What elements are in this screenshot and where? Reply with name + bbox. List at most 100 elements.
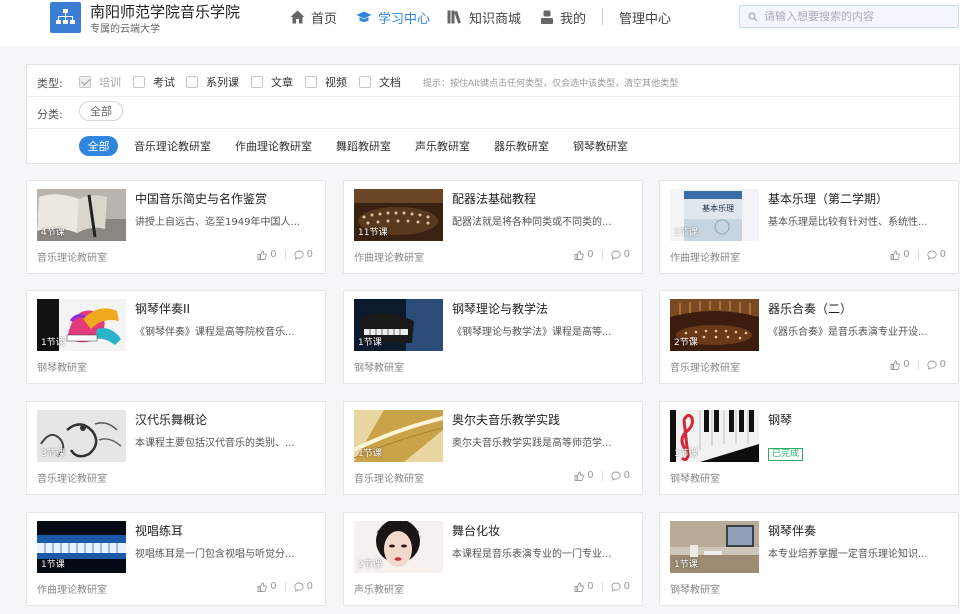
course-title[interactable]: 钢琴伴奏II bbox=[135, 300, 190, 317]
home-icon bbox=[290, 10, 305, 24]
dept-filter-vocal[interactable]: 声乐教研室 bbox=[415, 138, 470, 154]
like-button[interactable]: 0 bbox=[574, 581, 594, 592]
checkbox-icon bbox=[359, 76, 371, 88]
course-stats: 0 0 bbox=[257, 581, 313, 592]
search-box[interactable] bbox=[739, 5, 959, 28]
course-card[interactable]: 1节课 视唱练耳 视唱练耳是一门包含视唱与听觉分... 作曲理论教研室 0 0 bbox=[26, 512, 326, 606]
course-thumbnail[interactable]: 11节课 bbox=[354, 189, 443, 241]
type-checkbox-series[interactable]: 系列课 bbox=[186, 75, 239, 89]
like-button[interactable]: 0 bbox=[890, 359, 910, 370]
course-title[interactable]: 钢琴 bbox=[768, 411, 792, 428]
course-title[interactable]: 基本乐理（第二学期） bbox=[768, 190, 888, 207]
nav-mine[interactable]: 我的 bbox=[540, 7, 586, 27]
thumbs-up-icon bbox=[574, 249, 585, 260]
course-thumbnail[interactable]: 1节课 bbox=[37, 299, 126, 351]
course-card[interactable]: 1节课 钢琴 已完成 钢琴教研室 bbox=[659, 401, 959, 495]
stats-divider bbox=[601, 470, 603, 481]
course-thumbnail[interactable]: 1节课 bbox=[354, 410, 443, 462]
comment-button[interactable]: 0 bbox=[610, 581, 630, 592]
course-card[interactable]: 2节课 舞台化妆 本课程是音乐表演专业的一门专业... 声乐教研室 0 0 bbox=[343, 512, 643, 606]
nav-learning-center-label: 学习中心 bbox=[378, 11, 431, 27]
comment-count: 0 bbox=[939, 359, 946, 370]
course-description: 基本乐理是比较有针对性、系统性... bbox=[768, 217, 928, 228]
like-count: 0 bbox=[587, 470, 594, 481]
type-checkbox-video[interactable]: 视频 bbox=[305, 75, 347, 89]
type-checkbox-article[interactable]: 文章 bbox=[251, 75, 293, 89]
course-card[interactable]: 基本乐理 1节课 基本乐理（第二学期） 基本乐理是比较有针对性、系统性... 作… bbox=[659, 180, 959, 274]
thumbs-up-icon bbox=[574, 470, 585, 481]
course-title[interactable]: 舞台化妆 bbox=[452, 522, 500, 539]
course-title[interactable]: 奥尔夫音乐教学实践 bbox=[452, 411, 560, 428]
course-card[interactable]: 4节课 中国音乐简史与名作鉴赏 讲授上自远古、迄至1949年中国人... 音乐理… bbox=[26, 180, 326, 274]
like-count: 0 bbox=[270, 581, 277, 592]
course-thumbnail[interactable]: 1节课 bbox=[670, 521, 759, 573]
course-department: 音乐理论教研室 bbox=[37, 474, 107, 485]
dept-filter-all[interactable]: 全部 bbox=[79, 136, 118, 156]
nav-learning-center[interactable]: 学习中心 bbox=[356, 7, 430, 27]
dept-filter-music-theory[interactable]: 音乐理论教研室 bbox=[134, 138, 211, 154]
like-count: 0 bbox=[903, 249, 910, 260]
stats-divider bbox=[601, 581, 603, 592]
course-thumbnail[interactable]: 1节课 bbox=[354, 299, 443, 351]
course-thumbnail[interactable]: 2节课 bbox=[670, 299, 759, 351]
course-thumbnail[interactable]: 1节课 bbox=[670, 410, 759, 462]
like-button[interactable]: 0 bbox=[574, 470, 594, 481]
course-title[interactable]: 器乐合奏（二） bbox=[768, 300, 852, 317]
course-title[interactable]: 配器法基础教程 bbox=[452, 190, 536, 207]
type-checkbox-exam[interactable]: 考试 bbox=[133, 75, 175, 89]
course-card[interactable]: 1节课 钢琴伴奏II 《钢琴伴奏》课程是高等院校音乐... 钢琴教研室 bbox=[26, 290, 326, 384]
course-description: 《钢琴伴奏》课程是高等院校音乐... bbox=[135, 327, 295, 338]
course-title[interactable]: 汉代乐舞概论 bbox=[135, 411, 207, 428]
course-description: 视唱练耳是一门包含视唱与听觉分... bbox=[135, 549, 295, 560]
course-card[interactable]: 3节课 汉代乐舞概论 本课程主要包括汉代音乐的类别、... 音乐理论教研室 bbox=[26, 401, 326, 495]
checkbox-icon bbox=[79, 76, 91, 88]
like-button[interactable]: 0 bbox=[257, 581, 277, 592]
course-department: 作曲理论教研室 bbox=[37, 585, 107, 596]
comment-button[interactable]: 0 bbox=[293, 249, 313, 260]
like-button[interactable]: 0 bbox=[574, 249, 594, 260]
nav-knowledge-store[interactable]: 知识商城 bbox=[447, 7, 521, 27]
comment-count: 0 bbox=[939, 249, 946, 260]
search-input[interactable] bbox=[764, 10, 944, 23]
dept-filter-composition[interactable]: 作曲理论教研室 bbox=[235, 138, 312, 154]
course-card[interactable]: 1节课 钢琴伴奏 本专业培养掌握一定音乐理论知识... 钢琴教研室 bbox=[659, 512, 959, 606]
course-thumbnail[interactable]: 1节课 bbox=[37, 521, 126, 573]
course-title[interactable]: 钢琴理论与教学法 bbox=[452, 300, 548, 317]
comment-icon bbox=[293, 250, 304, 260]
course-card[interactable]: 11节课 配器法基础教程 配器法就是将各种同类或不同类的... 作曲理论教研室 … bbox=[343, 180, 643, 274]
course-thumbnail[interactable]: 基本乐理 1节课 bbox=[670, 189, 759, 241]
dept-filter-dance[interactable]: 舞蹈教研室 bbox=[336, 138, 391, 154]
comment-button[interactable]: 0 bbox=[293, 581, 313, 592]
comment-button[interactable]: 0 bbox=[610, 470, 630, 481]
dept-filter-instrumental[interactable]: 器乐教研室 bbox=[494, 138, 549, 154]
type-checkbox-document[interactable]: 文档 bbox=[359, 75, 401, 89]
nav-home[interactable]: 首页 bbox=[290, 7, 337, 27]
comment-button[interactable]: 0 bbox=[926, 359, 946, 370]
category-all-pill[interactable]: 全部 bbox=[79, 101, 123, 121]
like-button[interactable]: 0 bbox=[890, 249, 910, 260]
stats-divider bbox=[917, 359, 919, 370]
course-stats: 0 0 bbox=[574, 581, 630, 592]
site-title[interactable]: 南阳师范学院音乐学院 bbox=[90, 1, 240, 22]
dept-filter-piano[interactable]: 钢琴教研室 bbox=[573, 138, 628, 154]
course-title[interactable]: 钢琴伴奏 bbox=[768, 522, 816, 539]
course-thumbnail[interactable]: 4节课 bbox=[37, 189, 126, 241]
course-card[interactable]: 1节课 钢琴理论与教学法 《钢琴理论与教学法》课程是高等... 钢琴教研室 bbox=[343, 290, 643, 384]
course-title[interactable]: 视唱练耳 bbox=[135, 522, 183, 539]
course-card[interactable]: 2节课 器乐合奏（二） 《器乐合奏》是音乐表演专业开设... 音乐理论教研室 0… bbox=[659, 290, 959, 384]
like-button[interactable]: 0 bbox=[257, 249, 277, 260]
logo-icon[interactable] bbox=[50, 2, 81, 33]
course-title[interactable]: 中国音乐简史与名作鉴赏 bbox=[135, 190, 267, 207]
comment-button[interactable]: 0 bbox=[926, 249, 946, 260]
like-count: 0 bbox=[903, 359, 910, 370]
nav-admin-center[interactable]: 管理中心 bbox=[619, 7, 671, 27]
type-checkbox-training[interactable]: 培训 bbox=[79, 75, 121, 89]
course-thumbnail[interactable]: 3节课 bbox=[37, 410, 126, 462]
course-thumbnail[interactable]: 2节课 bbox=[354, 521, 443, 573]
course-department: 声乐教研室 bbox=[354, 585, 404, 596]
comment-icon bbox=[293, 582, 304, 592]
course-card[interactable]: 1节课 奥尔夫音乐教学实践 奥尔夫音乐教学实践是高等师范学... 音乐理论教研室… bbox=[343, 401, 643, 495]
stats-divider bbox=[601, 249, 603, 260]
checkbox-icon bbox=[251, 76, 263, 88]
comment-button[interactable]: 0 bbox=[610, 249, 630, 260]
